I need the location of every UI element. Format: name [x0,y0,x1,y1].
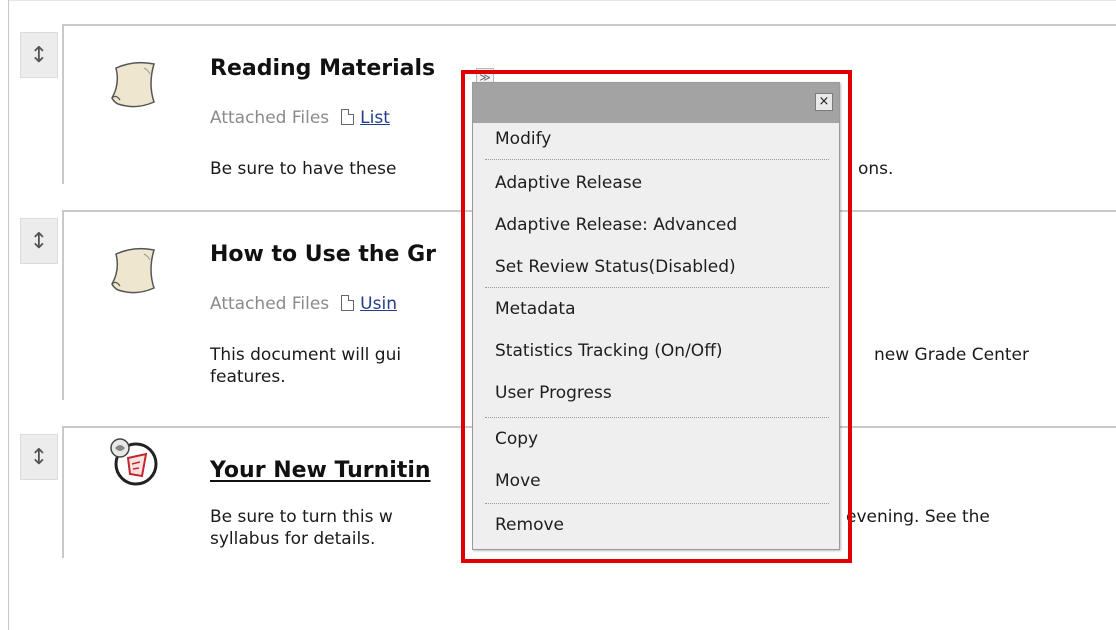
menu-item-user-progress[interactable]: User Progress [495,383,612,403]
attached-file-link[interactable]: List [360,108,390,128]
menu-item-copy[interactable]: Copy [495,429,538,449]
item-description-line2: features. [210,367,286,387]
attached-files-row: Attached Files Usin [210,294,397,314]
item-frame-left [62,426,64,558]
context-menu: × Modify Adaptive Release Adaptive Relea… [472,82,840,550]
item-description: Be sure to have these [210,159,397,179]
item-frame-top [62,24,1116,26]
item-description: Be sure to turn this w [210,507,393,527]
document-item-icon [111,247,155,294]
item-description-right: new Grade Center [874,345,1029,365]
context-menu-header: × [473,83,839,123]
attached-file-link[interactable]: Usin [360,294,397,314]
item-description-line2: syllabus for details. [210,529,376,549]
menu-item-set-review-status[interactable]: Set Review Status(Disabled) [495,257,736,277]
attached-files-label: Attached Files [210,108,330,128]
drag-handle-icon[interactable]: ↕ [20,32,58,78]
item-frame-left [62,210,64,400]
item-frame-left [62,24,64,184]
menu-item-remove[interactable]: Remove [495,515,564,535]
drag-handle-icon[interactable]: ↕ [20,218,58,264]
assignment-item-icon [110,438,158,486]
document-item-icon [111,61,155,108]
close-icon[interactable]: × [815,93,833,111]
menu-item-metadata[interactable]: Metadata [495,299,576,319]
menu-item-move[interactable]: Move [495,471,541,491]
attached-files-label: Attached Files [210,294,330,314]
file-icon [341,109,355,125]
attached-files-row: Attached Files List [210,108,390,128]
menu-item-modify[interactable]: Modify [495,129,551,149]
item-description-right: ons. [858,159,894,179]
menu-separator [485,417,829,418]
item-description-right: evening. See the [846,507,990,527]
item-title-link[interactable]: Your New Turnitin [210,458,431,483]
item-description: This document will gui [210,345,402,365]
menu-item-statistics-tracking[interactable]: Statistics Tracking (On/Off) [495,341,723,361]
menu-separator [485,503,829,504]
item-title[interactable]: How to Use the Gr [210,242,436,267]
page-top-rule [8,0,1116,1]
item-title[interactable]: Reading Materials [210,56,435,81]
menu-separator [485,287,829,288]
menu-separator [485,159,829,160]
file-icon [341,295,355,311]
menu-item-adaptive-release[interactable]: Adaptive Release [495,173,642,193]
drag-handle-icon[interactable]: ↕ [20,434,58,480]
menu-item-adaptive-release-advanced[interactable]: Adaptive Release: Advanced [495,215,737,235]
page-left-rule [8,0,9,630]
